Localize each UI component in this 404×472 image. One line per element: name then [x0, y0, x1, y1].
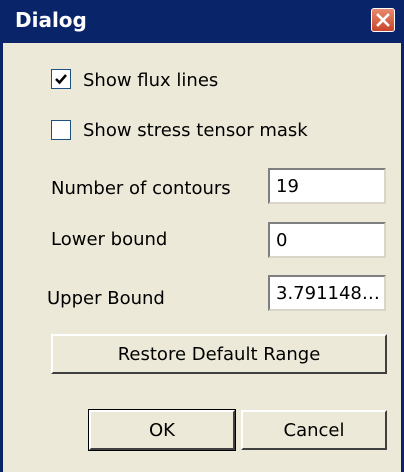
title-bar[interactable]: Dialog: [3, 0, 401, 43]
restore-default-range-button[interactable]: Restore Default Range: [51, 334, 387, 374]
contours-label: Number of contours: [51, 178, 231, 199]
show-stress-mask-checkbox[interactable]: [51, 120, 71, 140]
show-stress-mask-label[interactable]: Show stress tensor mask: [83, 120, 308, 141]
contours-input[interactable]: 19: [268, 168, 386, 204]
window-title: Dialog: [15, 8, 87, 32]
close-button[interactable]: [371, 8, 395, 32]
ok-button[interactable]: OK: [88, 409, 236, 451]
upper-bound-input[interactable]: 3.791148…: [268, 275, 386, 311]
show-flux-lines-checkbox[interactable]: [51, 69, 71, 89]
show-flux-lines-label[interactable]: Show flux lines: [83, 70, 218, 91]
upper-bound-label: Upper Bound: [47, 288, 165, 309]
lower-bound-label: Lower bound: [51, 229, 168, 250]
close-icon: [376, 13, 390, 27]
dialog-window: Dialog Show flux lines Show stress tenso…: [0, 0, 404, 472]
checkmark-icon: [55, 74, 67, 85]
cancel-button[interactable]: Cancel: [241, 410, 387, 450]
lower-bound-input[interactable]: 0: [268, 222, 386, 258]
